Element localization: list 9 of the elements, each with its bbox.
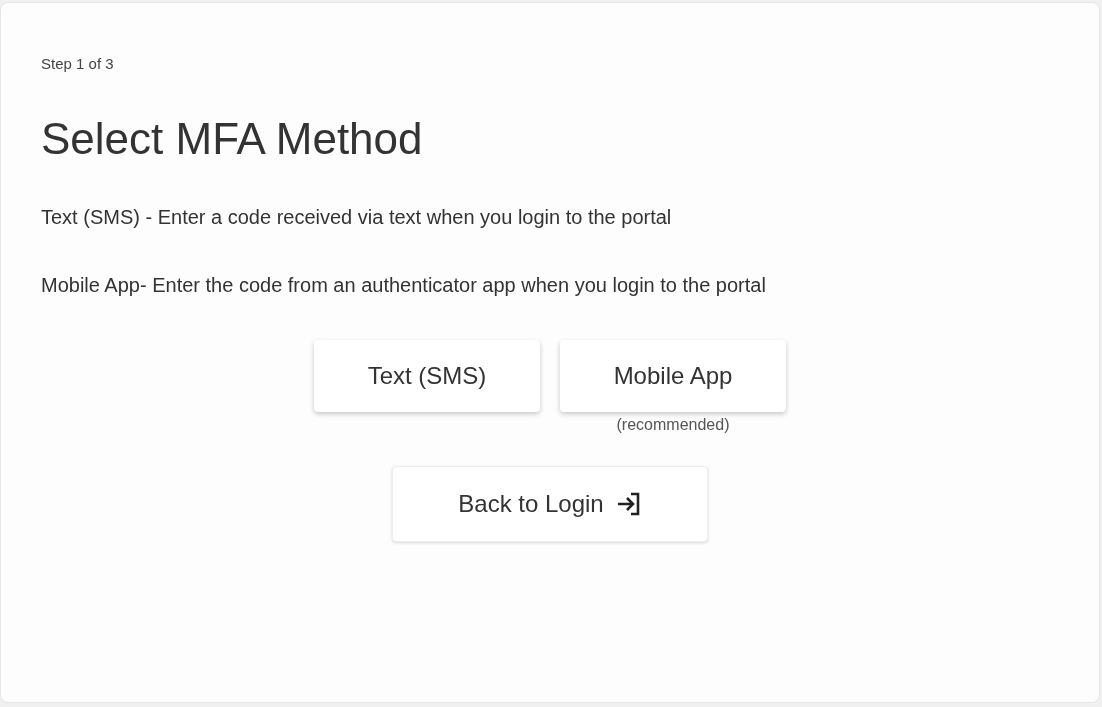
method-description: Text (SMS) - Enter a code received via text when you login to the portal <box>41 205 673 230</box>
method-description: Mobile App- Enter the code from an authenticator app when you login to the portal <box>41 273 767 298</box>
method-button[interactable]: Text (SMS) <box>314 340 540 412</box>
back-to-login-button[interactable]: Back to Login <box>392 466 708 542</box>
step-indicator: Step 1 of 3 <box>41 55 115 72</box>
method-button[interactable]: Mobile App <box>560 340 786 412</box>
method-note: (recommended) <box>616 416 730 434</box>
login-icon <box>615 491 642 517</box>
page-title: Select MFA Method <box>41 114 424 164</box>
